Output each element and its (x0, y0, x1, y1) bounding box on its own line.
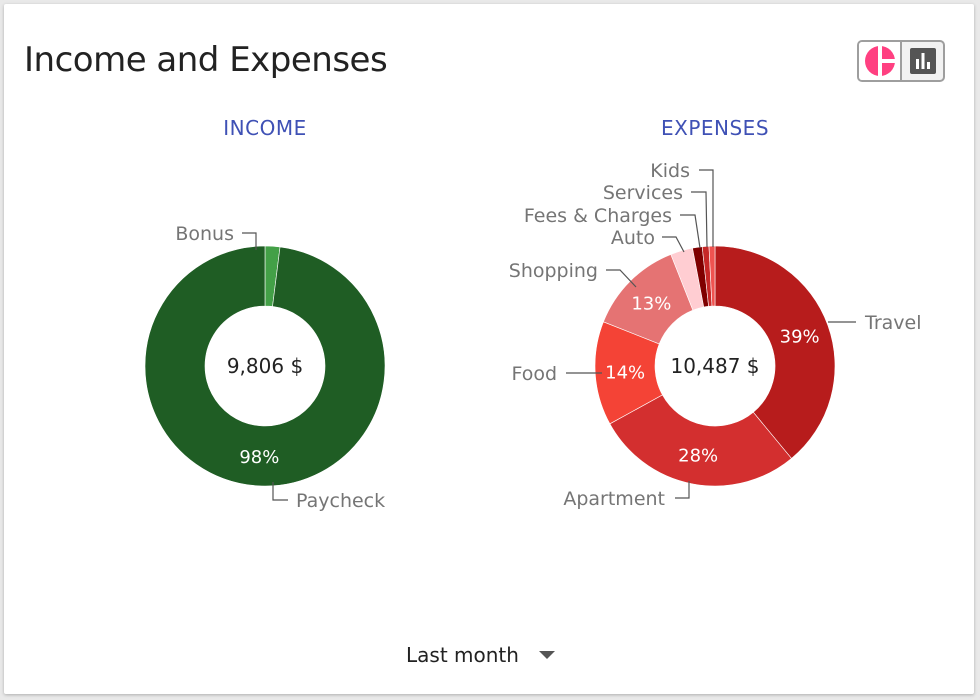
center-total-income: 9,806 $ (227, 354, 303, 378)
center-total-expenses: 10,487 $ (670, 354, 759, 378)
percent-label-apartment: 28% (678, 445, 718, 466)
percent-label-paycheck: 98% (239, 447, 279, 468)
donut-chart-income: 98% 9,806 $ Paycheck Bonus (144, 223, 386, 512)
slice-label-food: Food (511, 363, 557, 385)
percent-label-food: 14% (605, 363, 645, 384)
slice-label-fees-charges: Fees & Charges (524, 205, 672, 227)
period-select[interactable]: Last month (406, 640, 555, 670)
slice-label-kids: Kids (650, 160, 690, 182)
slice-label-shopping: Shopping (509, 260, 598, 282)
slice-label-paycheck: Paycheck (296, 490, 385, 512)
leader-line-auto (662, 236, 685, 253)
leader-line-apartment (675, 481, 690, 499)
percent-label-shopping: 13% (631, 293, 671, 314)
percent-label-travel: 39% (780, 327, 820, 348)
leader-line-fees-charges (680, 214, 701, 249)
donut-chart-expenses: 39% 28% 14% 13% 10,487 $ Travel Apartment Food S… (509, 160, 922, 510)
slice-label-bonus: Bonus (175, 223, 234, 245)
period-select-label: Last month (406, 643, 519, 667)
slice-label-auto: Auto (611, 227, 655, 249)
slice-label-services: Services (603, 182, 683, 204)
donut-charts: 98% 9,806 $ Paycheck Bonus 39% 28% 14% 13% 10,48… (144, 160, 922, 512)
slice-label-travel: Travel (864, 312, 921, 334)
dropdown-arrow-icon (538, 651, 555, 659)
slice-label-apartment: Apartment (563, 488, 665, 510)
